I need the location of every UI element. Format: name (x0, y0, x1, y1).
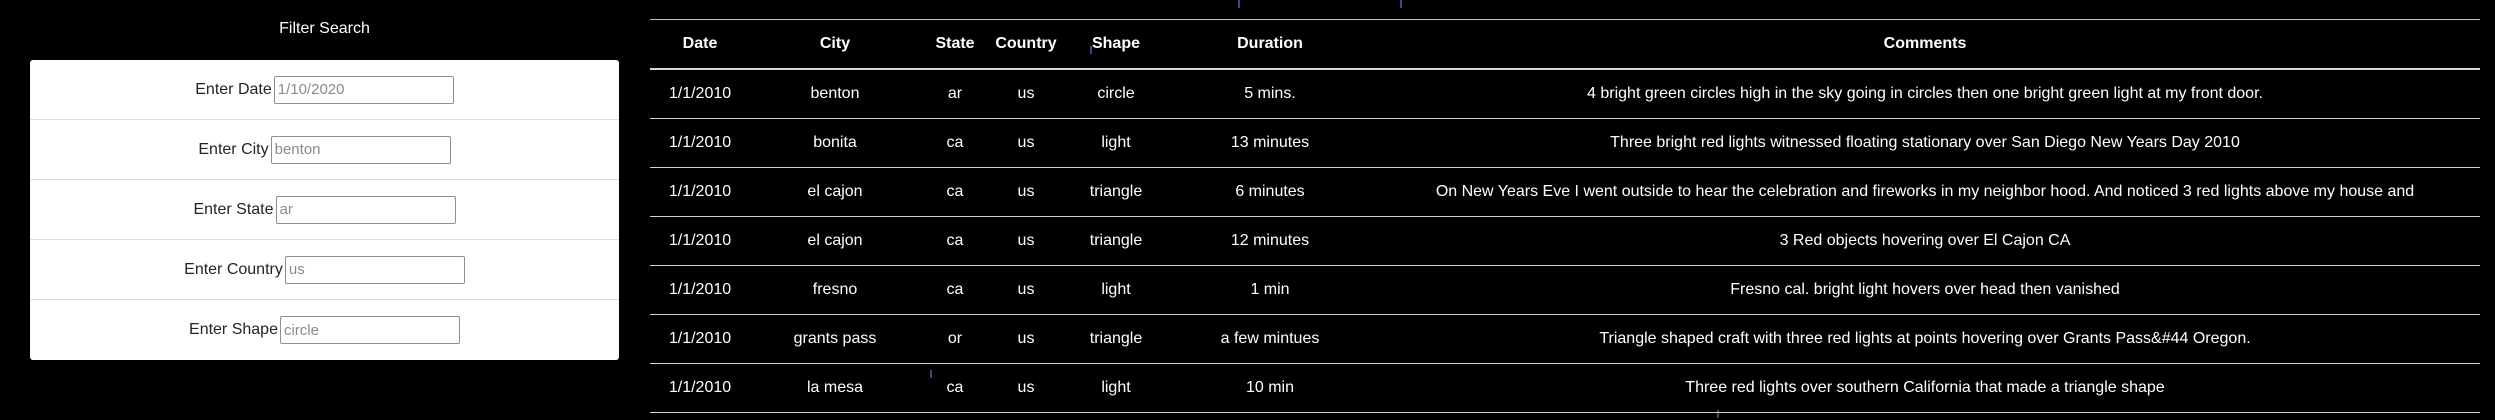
cell-city: benton (750, 69, 920, 119)
cell-duration: 1 min (1170, 265, 1370, 315)
cell-date: 1/1/2010 (650, 118, 750, 168)
cell-state: ca (920, 363, 990, 413)
cell-country: us (990, 167, 1062, 217)
cell-date: 1/1/2010 (650, 314, 750, 364)
cell-country: us (990, 69, 1062, 119)
table-row: 1/1/2010 la mesa ca us light 10 min Thre… (650, 363, 2480, 413)
cell-state: ca (920, 265, 990, 315)
header-shape: Shape (1062, 20, 1170, 70)
header-country: Country (990, 20, 1062, 70)
cell-city: grants pass (750, 314, 920, 364)
cell-state: ca (920, 118, 990, 168)
page: Filter Search Enter Date Enter City Ente… (0, 0, 2495, 420)
table-row: 1/1/2010 grants pass or us triangle a fe… (650, 314, 2480, 364)
header-comments: Comments (1370, 20, 2480, 70)
cell-comments: On New Years Eve I went outside to hear … (1370, 167, 2480, 217)
cell-duration: a few mintues (1170, 314, 1370, 364)
filter-row-shape: Enter Shape (30, 300, 619, 360)
cell-comments: Fresno cal. bright light hovers over hea… (1370, 265, 2480, 315)
table-header-row: Date City State Country Shape Duration C… (650, 20, 2480, 70)
table-header: Date City State Country Shape Duration C… (650, 20, 2480, 70)
table-body: 1/1/2010 benton ar us circle 5 mins. 4 b… (650, 69, 2480, 413)
cell-city: el cajon (750, 216, 920, 266)
cell-duration: 12 minutes (1170, 216, 1370, 266)
cell-date: 1/1/2010 (650, 69, 750, 119)
filter-row-city: Enter City (30, 120, 619, 180)
table-row: 1/1/2010 benton ar us circle 5 mins. 4 b… (650, 69, 2480, 119)
shape-label: Enter Shape (189, 321, 278, 338)
cell-duration: 10 min (1170, 363, 1370, 413)
cell-date: 1/1/2010 (650, 265, 750, 315)
table-row: 1/1/2010 el cajon ca us triangle 12 minu… (650, 216, 2480, 266)
cell-shape: light (1062, 265, 1170, 315)
country-label: Enter Country (184, 260, 283, 278)
cell-comments: Three bright red lights witnessed floati… (1370, 118, 2480, 168)
date-label: Enter Date (195, 80, 272, 98)
date-input[interactable] (273, 75, 454, 104)
city-input[interactable] (270, 135, 451, 164)
cell-duration: 5 mins. (1170, 69, 1370, 119)
cell-state: or (920, 314, 990, 364)
cell-city: bonita (750, 118, 920, 168)
cell-state: ca (920, 167, 990, 217)
cell-shape: triangle (1062, 216, 1170, 266)
filter-row-country: Enter Country (30, 240, 619, 300)
cell-shape: light (1062, 118, 1170, 168)
cell-country: us (990, 314, 1062, 364)
cell-state: ar (920, 69, 990, 119)
cell-country: us (990, 265, 1062, 315)
state-input[interactable] (275, 195, 456, 224)
cell-date: 1/1/2010 (650, 167, 750, 217)
cell-country: us (990, 118, 1062, 168)
cell-duration: 13 minutes (1170, 118, 1370, 168)
table-row: 1/1/2010 fresno ca us light 1 min Fresno… (650, 265, 2480, 315)
filter-row-state: Enter State (30, 180, 619, 240)
header-city: City (750, 20, 920, 70)
table-row: 1/1/2010 el cajon ca us triangle 6 minut… (650, 167, 2480, 217)
cell-shape: circle (1062, 69, 1170, 119)
cell-comments: 3 Red objects hovering over El Cajon CA (1370, 216, 2480, 266)
cell-state: ca (920, 216, 990, 266)
filter-search-title: Filter Search (279, 20, 370, 37)
cell-shape: light (1062, 363, 1170, 413)
cell-duration: 6 minutes (1170, 167, 1370, 217)
cell-date: 1/1/2010 (650, 363, 750, 413)
header-date: Date (650, 20, 750, 70)
header-state: State (920, 20, 990, 70)
shape-input[interactable] (279, 316, 460, 344)
cell-comments: Three red lights over southern Californi… (1370, 363, 2480, 413)
header-duration: Duration (1170, 20, 1370, 70)
cell-city: fresno (750, 265, 920, 315)
cell-comments: Triangle shaped craft with three red lig… (1370, 314, 2480, 364)
ufo-sightings-table: Date City State Country Shape Duration C… (650, 20, 2480, 413)
filter-row-date: Enter Date (30, 60, 619, 120)
city-label: Enter City (198, 140, 269, 158)
table-row: 1/1/2010 bonita ca us light 13 minutes T… (650, 118, 2480, 168)
cell-date: 1/1/2010 (650, 216, 750, 266)
cell-shape: triangle (1062, 167, 1170, 217)
country-input[interactable] (284, 255, 465, 284)
cell-city: la mesa (750, 363, 920, 413)
ufo-table-container: Date City State Country Shape Duration C… (650, 0, 2480, 420)
cell-country: us (990, 363, 1062, 413)
cell-city: el cajon (750, 167, 920, 217)
cell-shape: triangle (1062, 314, 1170, 364)
state-label: Enter State (193, 200, 274, 218)
cell-comments: 4 bright green circles high in the sky g… (1370, 69, 2480, 119)
filter-form: Enter Date Enter City Enter State Enter … (30, 60, 619, 360)
cell-country: us (990, 216, 1062, 266)
